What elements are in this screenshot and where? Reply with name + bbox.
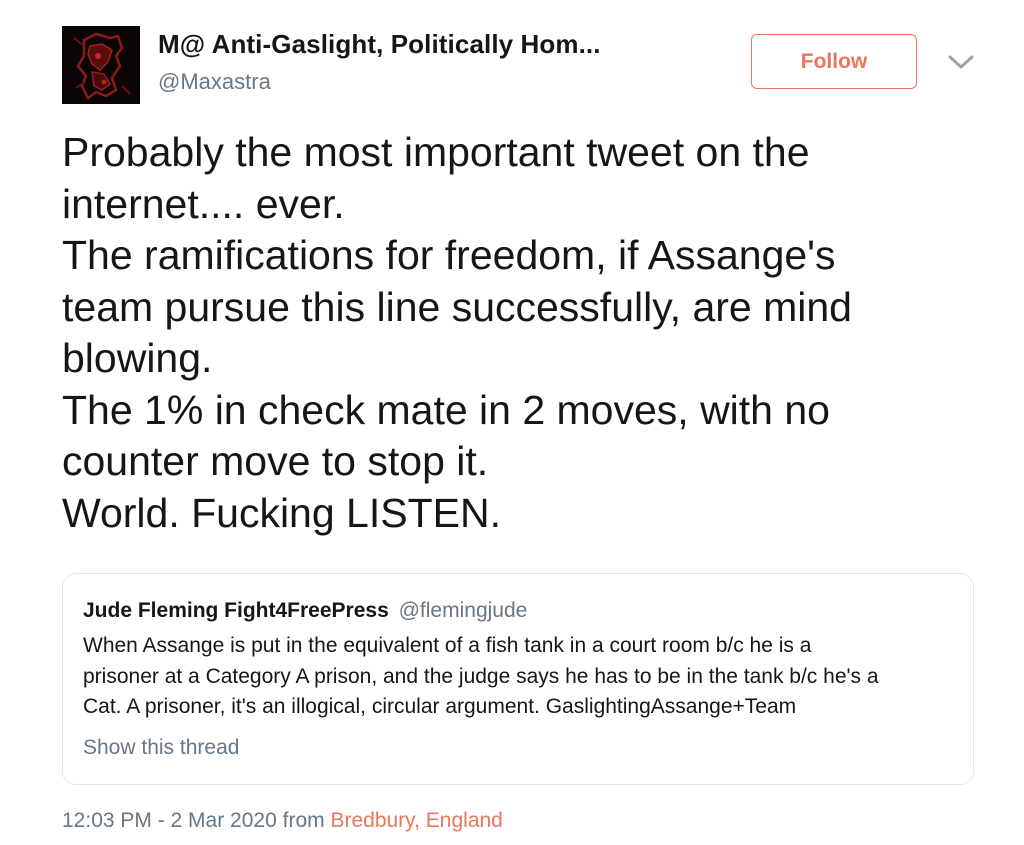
from-label: from xyxy=(282,809,325,832)
tweet-card: M@ Anti-Gaslight, Politically Hom... @Ma… xyxy=(0,0,1024,845)
quoted-tweet-header: Jude Fleming Fight4FreePress @flemingjud… xyxy=(83,599,527,623)
quoted-tweet[interactable]: Jude Fleming Fight4FreePress @flemingjud… xyxy=(62,573,974,785)
avatar[interactable] xyxy=(62,26,140,104)
show-thread-link[interactable]: Show this thread xyxy=(83,736,239,760)
avatar-image xyxy=(62,26,140,104)
tweet-meta: 12:03 PM - 2 Mar 2020 from Bredbury, Eng… xyxy=(62,809,503,833)
tweet-text: Probably the most important tweet on the… xyxy=(62,129,852,536)
tweet-timestamp[interactable]: 12:03 PM - 2 Mar 2020 xyxy=(62,809,277,832)
author-handle[interactable]: @Maxastra xyxy=(158,69,271,95)
author-display-name[interactable]: M@ Anti-Gaslight, Politically Hom... xyxy=(158,29,601,60)
quoted-author-handle: @flemingjude xyxy=(398,599,528,622)
chevron-down-icon[interactable] xyxy=(946,50,976,74)
quoted-tweet-text: When Assange is put in the equivalent of… xyxy=(83,634,879,718)
quoted-author-name: Jude Fleming Fight4FreePress xyxy=(83,599,389,622)
tweet-location[interactable]: Bredbury, England xyxy=(330,809,502,832)
follow-button[interactable]: Follow xyxy=(751,34,917,89)
